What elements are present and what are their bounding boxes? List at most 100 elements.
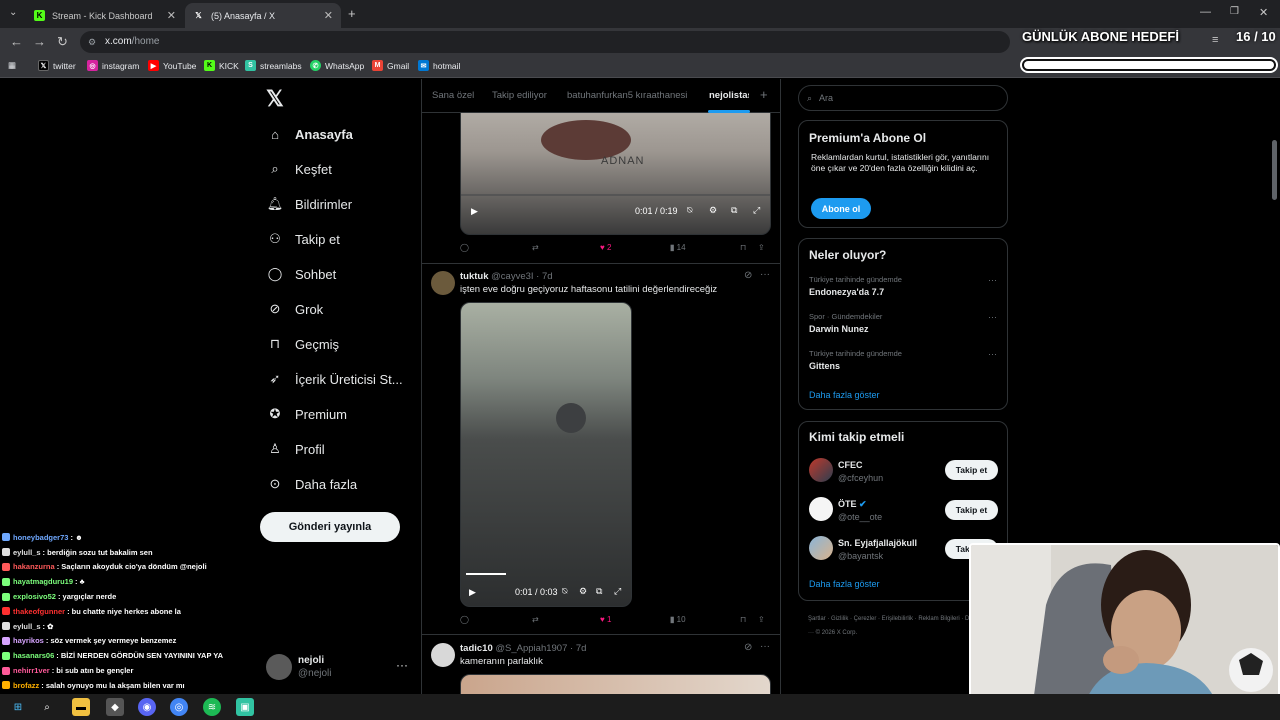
discord-icon[interactable]: ◉	[138, 698, 156, 716]
views[interactable]: ▮ 14	[670, 243, 686, 252]
fullscreen-icon[interactable]: ⤢	[753, 205, 760, 216]
nav-item-more-circle[interactable]: ⊙ Daha fazla	[266, 472, 358, 496]
bookmark-youtube[interactable]: ▶ YouTube	[148, 60, 196, 71]
new-tab-icon[interactable]: +	[348, 6, 356, 21]
follow-button[interactable]: Takip et	[945, 460, 998, 480]
back-icon[interactable]: ←	[10, 34, 23, 49]
bookmark-twitter[interactable]: 𝕏twitter	[38, 60, 76, 71]
video-progress[interactable]	[466, 573, 506, 575]
avatar[interactable]	[809, 458, 833, 482]
reply-icon[interactable]: ◯	[460, 615, 469, 624]
avatar[interactable]	[431, 643, 455, 667]
restore-icon[interactable]: ❐	[1230, 6, 1239, 17]
streamlabs-icon[interactable]: ▣	[236, 698, 254, 716]
windows-start-icon[interactable]: ⊞	[9, 698, 27, 716]
views[interactable]: ▮ 10	[670, 615, 686, 624]
settings-icon[interactable]: ⚙	[579, 586, 587, 597]
app-icon[interactable]: ◆	[106, 698, 124, 716]
nav-item-person[interactable]: ♙ Profil	[266, 437, 324, 461]
more-icon[interactable]: ···	[760, 641, 770, 652]
bookmark-icon[interactable]: ⊓	[740, 243, 746, 252]
close-icon[interactable]: ✕	[324, 9, 333, 22]
repost-icon[interactable]: ⇄	[532, 243, 539, 252]
like-button[interactable]: ♥ 2	[600, 243, 611, 252]
tweet-author-name[interactable]: tuktuk	[460, 271, 489, 282]
search-icon[interactable]: ⌕	[38, 698, 56, 716]
minimize-icon[interactable]: —	[1200, 6, 1211, 18]
avatar[interactable]	[431, 271, 455, 295]
tweet-media[interactable]	[460, 674, 771, 694]
tab-list-nejolistas[interactable]: nejolistas	[709, 90, 749, 101]
grok-icon[interactable]: ⊘	[744, 270, 752, 281]
repost-icon[interactable]: ⇄	[532, 615, 539, 624]
like-button[interactable]: ♥ 1	[600, 615, 611, 624]
tweet-author-handle[interactable]: @S_Appiah1907	[495, 643, 567, 654]
bookmark-gmail[interactable]: M Gmail	[372, 60, 409, 71]
play-icon[interactable]: ▶	[471, 206, 478, 217]
nav-item-chat[interactable]: ◯ Sohbet	[266, 262, 336, 286]
add-tab-icon[interactable]: +	[760, 87, 768, 102]
grok-icon[interactable]: ⊘	[744, 642, 752, 653]
avatar[interactable]	[809, 497, 833, 521]
share-icon[interactable]: ⇪	[758, 243, 765, 252]
close-window-icon[interactable]: ✕	[1259, 6, 1268, 19]
video-progress[interactable]	[461, 194, 770, 196]
show-more-link[interactable]: Daha fazla göster	[809, 579, 880, 589]
tab-x-home[interactable]: 𝕏 (5) Anasayfa / X ✕	[185, 3, 341, 28]
nav-item-bookmark[interactable]: ⊓ Geçmiş	[266, 332, 339, 356]
page-scrollbar[interactable]	[1272, 140, 1277, 200]
tweet-video[interactable]: ▶ 0:01 / 0:03 ⍉ ⚙ ⧉ ⤢	[460, 302, 632, 607]
nav-item-verified[interactable]: ✪ Premium	[266, 402, 347, 426]
bookmark-instagram[interactable]: ◎ instagram	[87, 60, 139, 71]
bookmark-kick[interactable]: K KICK	[204, 60, 239, 71]
subscribe-button[interactable]: Abone ol	[811, 198, 871, 219]
mute-icon[interactable]: ⍉	[562, 586, 567, 597]
x-logo-icon[interactable]: 𝕏	[266, 86, 284, 112]
file-explorer-icon[interactable]: ▬	[72, 698, 90, 716]
follow-name[interactable]: CFEC	[838, 460, 863, 470]
pip-icon[interactable]: ⧉	[731, 205, 737, 216]
tab-kick-dashboard[interactable]: K Stream - Kick Dashboard ✕	[26, 3, 184, 28]
tweet-author-name[interactable]: tadic10	[460, 643, 493, 654]
bookmark-whatsapp[interactable]: ✆ WhatsApp	[310, 60, 364, 71]
play-icon[interactable]: ▶	[469, 587, 476, 598]
tab-search-icon[interactable]: ⌄	[9, 7, 17, 18]
follow-name[interactable]: Sn. Eyjafjallajökull	[838, 538, 917, 548]
trend-item[interactable]: Darwin Nunez	[809, 324, 869, 334]
follow-name[interactable]: ÖTE ✔	[838, 499, 867, 510]
close-icon[interactable]: ✕	[167, 9, 176, 22]
mute-icon[interactable]: ⍉	[687, 205, 692, 216]
more-icon[interactable]: ···	[760, 269, 770, 280]
apps-grid-icon[interactable]: ▦	[8, 60, 16, 71]
nav-item-rocket[interactable]: ➶ İçerik Üreticisi St...	[266, 367, 403, 391]
more-icon[interactable]: ···	[988, 349, 997, 359]
bookmark-icon[interactable]: ⊓	[740, 615, 746, 624]
bookmark-hotmail[interactable]: ✉ hotmail	[418, 60, 460, 71]
more-icon[interactable]: ···	[396, 658, 408, 672]
spotify-icon[interactable]: ≋	[203, 698, 221, 716]
nav-item-add-user[interactable]: ⚇ Takip et	[266, 227, 340, 251]
settings-icon[interactable]: ⚙	[709, 205, 717, 216]
account-switcher[interactable]: nejoli @nejoli ···	[266, 653, 412, 683]
post-button[interactable]: Gönderi yayınla	[260, 512, 400, 542]
tweet-author-handle[interactable]: @cayve3I	[491, 271, 533, 282]
nav-item-bell[interactable]: 🔔︎ Bildirimler	[266, 192, 352, 216]
reload-icon[interactable]: ↻	[57, 34, 68, 50]
fullscreen-icon[interactable]: ⤢	[614, 586, 621, 597]
chrome-icon[interactable]: ◎	[170, 698, 188, 716]
avatar[interactable]	[809, 536, 833, 560]
tab-following[interactable]: Takip ediliyor	[492, 90, 547, 101]
more-icon[interactable]: ···	[988, 275, 997, 285]
nav-item-search[interactable]: ⌕ Keşfet	[266, 157, 332, 181]
nav-item-home[interactable]: ⌂ Anasayfa	[266, 122, 353, 146]
url-bar[interactable]: ⚙ x.com/home	[80, 31, 1010, 53]
menu-list-icon[interactable]: ≡	[1212, 34, 1218, 46]
bookmark-streamlabs[interactable]: Sstreamlabs	[245, 60, 302, 71]
tab-for-you[interactable]: Sana özel	[432, 90, 474, 101]
trend-item[interactable]: Endonezya'da 7.7	[809, 287, 884, 297]
show-more-link[interactable]: Daha fazla göster	[809, 390, 880, 400]
follow-button[interactable]: Takip et	[945, 500, 998, 520]
site-info-icon[interactable]: ⚙	[88, 31, 96, 53]
nav-item-grok[interactable]: ⊘ Grok	[266, 297, 324, 321]
reply-icon[interactable]: ◯	[460, 243, 469, 252]
